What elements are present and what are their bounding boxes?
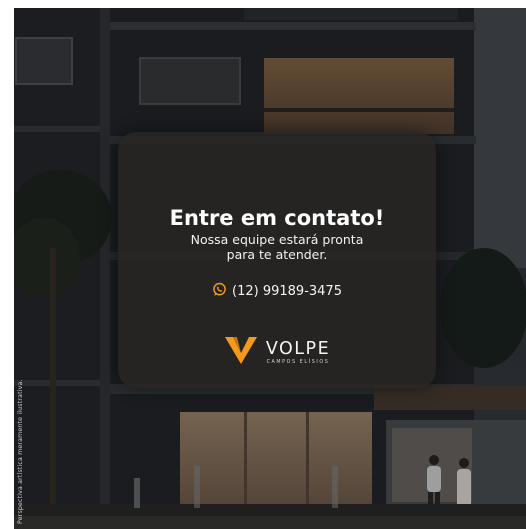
phone-number: (12) 99189-3475: [232, 284, 342, 299]
contact-subline: Nossa equipe estará pronta para te atend…: [190, 232, 364, 262]
volpe-logo: VOLPE CAMPOS ELÍSIOS: [224, 335, 330, 369]
volpe-chevron-logo-icon: [224, 335, 258, 369]
contact-headline: Entre em contato!: [169, 206, 385, 230]
illustrative-disclaimer: Perspectiva artística meramente ilustrat…: [17, 379, 24, 524]
contact-card: Entre em contato! Nossa equipe estará pr…: [118, 132, 436, 388]
phone-contact[interactable]: (12) 99189-3475: [212, 282, 342, 301]
promo-image-frame: Perspectiva artística meramente ilustrat…: [14, 8, 526, 529]
brand-name: VOLPE: [265, 339, 331, 359]
whatsapp-icon: [212, 282, 227, 301]
brand-subtitle: CAMPOS ELÍSIOS: [266, 360, 330, 365]
